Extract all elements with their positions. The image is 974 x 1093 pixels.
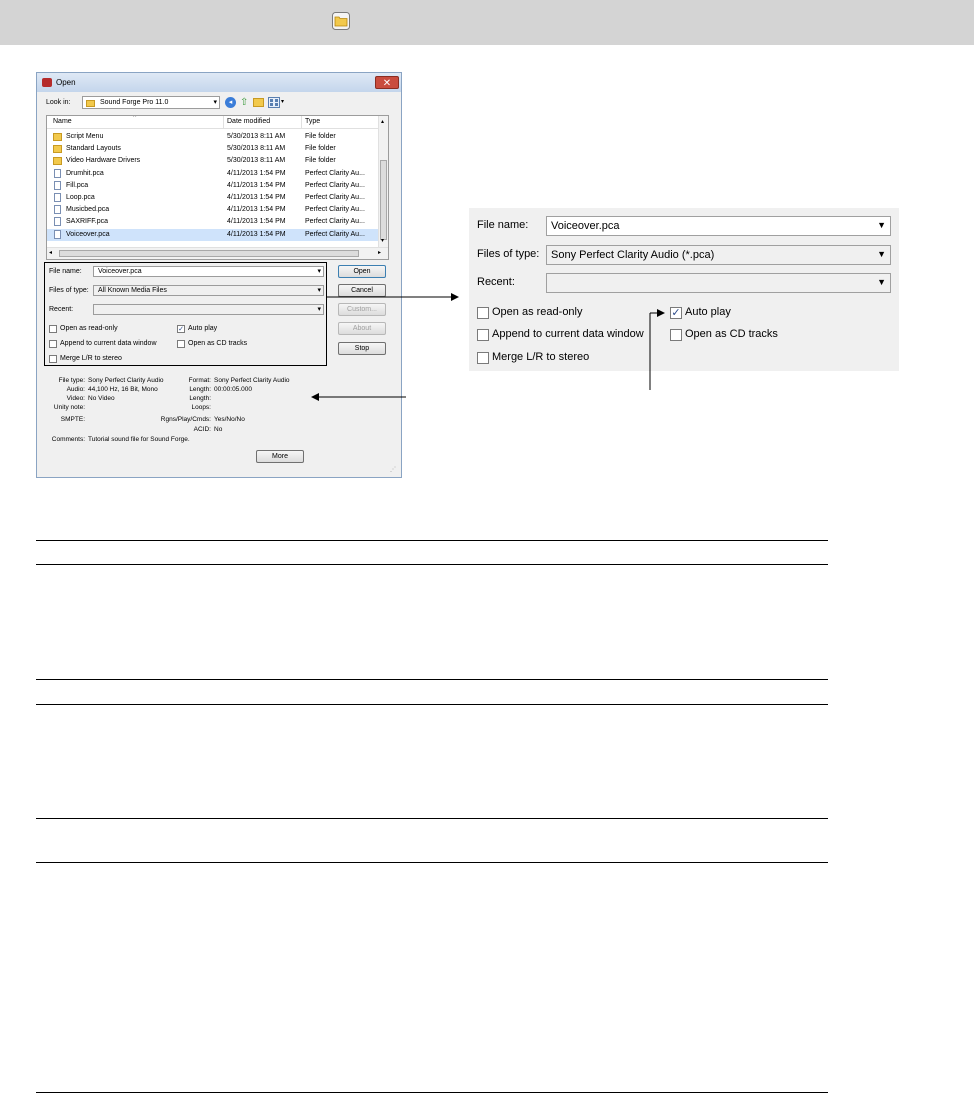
table-rule [36, 564, 828, 565]
table-rule [36, 818, 828, 819]
table-rule [36, 679, 828, 680]
callout-arrows [311, 293, 665, 401]
table-rule [36, 862, 828, 863]
table-rule [36, 540, 828, 541]
table-rule [36, 704, 828, 705]
